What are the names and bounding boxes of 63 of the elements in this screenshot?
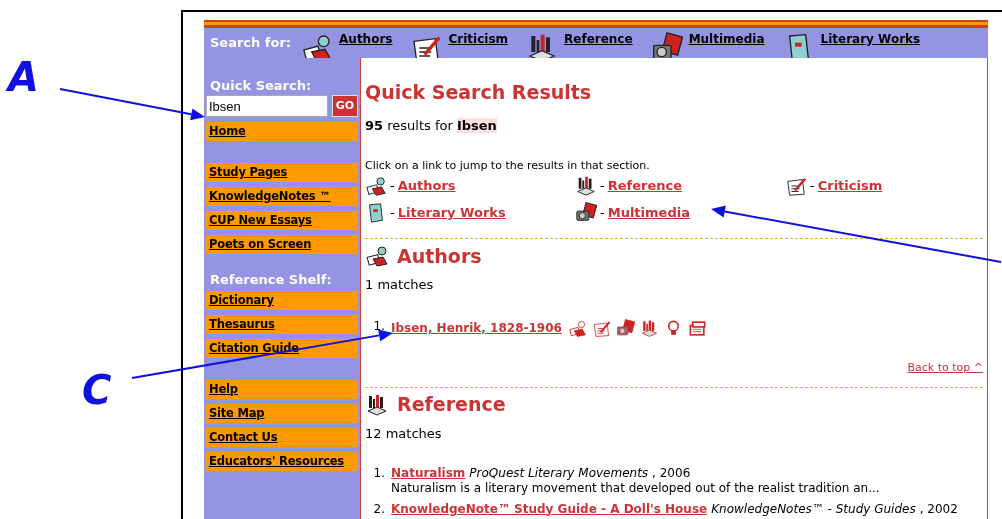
section-title: Reference bbox=[397, 392, 506, 418]
sidebar-link[interactable]: Dictionary bbox=[206, 291, 358, 310]
nav-label: Search for: bbox=[210, 34, 292, 53]
separator-dash: - bbox=[390, 177, 395, 196]
section-link[interactable]: Criticism bbox=[817, 176, 883, 196]
back-to-top-link[interactable]: Back to top ^ bbox=[907, 360, 983, 377]
section-link[interactable]: Authors bbox=[397, 176, 456, 196]
sidebar-link[interactable]: Thesaurus bbox=[206, 315, 358, 334]
camera-film-icon bbox=[575, 202, 597, 224]
separator-dash: - bbox=[600, 204, 605, 223]
sidebar-link[interactable]: KnowledgeNotes ™ bbox=[206, 187, 358, 206]
sidebar-link[interactable]: CUP New Essays bbox=[206, 211, 358, 230]
result-snippet: Naturalism is a literary movement that developed out of the realist tradition an... bbox=[391, 480, 880, 496]
section-link[interactable]: Multimedia bbox=[607, 203, 690, 223]
section-title: Authors bbox=[397, 243, 482, 269]
sidebar-link[interactable]: Educators' Resources bbox=[206, 452, 358, 471]
person-reading-icon bbox=[567, 319, 587, 338]
sidebar-link[interactable]: Poets on Screen bbox=[206, 235, 358, 254]
nav-link[interactable]: Authors bbox=[339, 30, 393, 48]
result-source: ProQuest Literary Movements bbox=[469, 465, 649, 481]
match-count: 1 matches bbox=[365, 277, 434, 293]
result-number: 1. bbox=[372, 319, 386, 334]
nav-link[interactable]: Multimedia bbox=[688, 30, 765, 48]
separator-dash: - bbox=[390, 204, 395, 223]
result-source: KnowledgeNotes™ - Study Guides bbox=[711, 501, 916, 517]
person-reading-icon bbox=[365, 244, 389, 268]
result-number: 1. bbox=[372, 465, 386, 481]
sidebar-link[interactable]: Study Pages bbox=[206, 163, 358, 182]
page-title: Quick Search Results bbox=[365, 80, 593, 104]
sidebar-link[interactable]: Contact Us bbox=[206, 428, 358, 447]
quick-search-label: Quick Search: bbox=[209, 77, 313, 95]
books-icon bbox=[365, 392, 389, 417]
result-link[interactable]: Ibsen, Henrik, 1828-1906 bbox=[391, 321, 562, 336]
sidebar-link[interactable]: Help bbox=[206, 380, 358, 399]
books-icon bbox=[639, 319, 659, 338]
result-number: 2. bbox=[372, 501, 386, 517]
nav-link[interactable]: Criticism bbox=[448, 30, 509, 48]
match-count: 12 matches bbox=[365, 425, 442, 442]
result-year: , 2006 bbox=[652, 465, 691, 481]
results-summary: 95 results for Ibsen bbox=[365, 117, 497, 135]
section-link[interactable]: Reference bbox=[607, 176, 682, 196]
result-year: , 2002 bbox=[919, 501, 958, 517]
sidebar-link[interactable]: Citation Guide bbox=[206, 339, 358, 358]
sidebar-link[interactable]: Home bbox=[206, 122, 358, 141]
result-link[interactable]: Naturalism bbox=[391, 465, 466, 481]
separator-dash: - bbox=[600, 177, 605, 196]
annotation-label: C bbox=[82, 368, 112, 412]
result-link[interactable]: KnowledgeNote™ Study Guide - A Doll's House bbox=[391, 501, 708, 517]
note-cards-icon bbox=[687, 319, 707, 338]
pencil-paper-icon bbox=[591, 319, 611, 338]
sidebar-link[interactable]: Site Map bbox=[206, 404, 358, 423]
section-link[interactable]: Literary Works bbox=[397, 203, 506, 223]
pencil-paper-icon bbox=[785, 175, 807, 197]
nav-link[interactable]: Reference bbox=[564, 30, 633, 48]
separator-dash: - bbox=[810, 177, 815, 196]
nav-link[interactable]: Literary Works bbox=[820, 30, 921, 48]
instruction-text: Click on a link to jump to the results in that section. bbox=[365, 159, 650, 173]
person-reading-icon bbox=[365, 175, 387, 197]
search-field[interactable]: Ibsen bbox=[206, 95, 328, 117]
books-icon bbox=[575, 175, 597, 197]
go-button[interactable]: GO bbox=[332, 95, 358, 117]
section-heading: Reference Shelf: bbox=[209, 271, 333, 289]
camera-film-icon bbox=[615, 319, 635, 338]
